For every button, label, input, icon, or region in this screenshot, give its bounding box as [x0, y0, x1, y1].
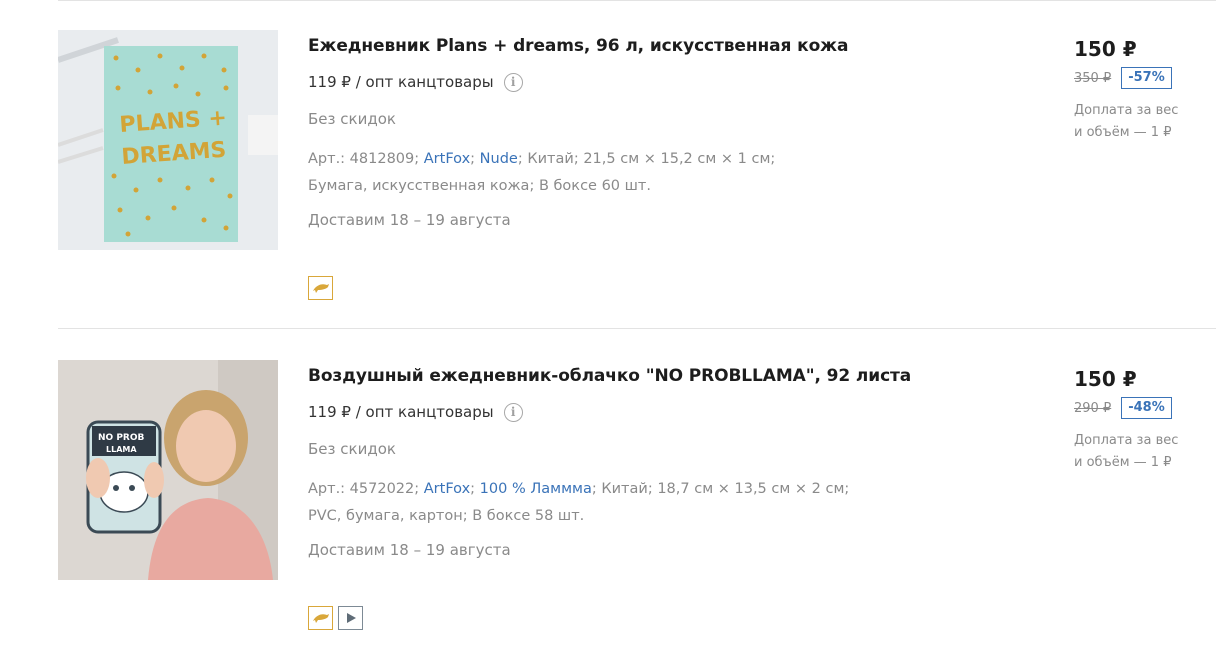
- wholesale-price: 119 ₽ / опт канцтовары i: [308, 402, 1028, 422]
- product-badges: [308, 276, 333, 300]
- article-number: Арт.: 4572022: [308, 481, 415, 497]
- dolphin-badge[interactable]: [308, 606, 333, 630]
- dolphin-badge[interactable]: [308, 276, 333, 300]
- delivery-date: Доставим 18 – 19 августа: [308, 211, 511, 229]
- planner-cover-image: PLANS + DREAMS: [58, 30, 278, 250]
- old-price: 350 ₽: [1074, 70, 1112, 86]
- box-quantity: В боксе 58 шт.: [472, 508, 585, 524]
- product-card: NO PROB LLAMA Воздушный ежедневник-облач…: [0, 330, 1216, 645]
- price-block: 150 ₽ 350 ₽ -57% Доплата за вес и объём …: [1074, 36, 1204, 144]
- product-info: Ежедневник Plans + dreams, 96 л, искусст…: [308, 34, 1028, 230]
- planner-photo-image: NO PROB LLAMA: [58, 360, 278, 580]
- wholesale-price-label: 119 ₽ / опт канцтовары: [308, 73, 494, 91]
- series-link[interactable]: Nude: [480, 151, 518, 167]
- country: Китай: [601, 481, 648, 497]
- product-title[interactable]: Воздушный ежедневник-облачко "NO PROBLLA…: [308, 364, 1028, 388]
- product-info: Воздушный ежедневник-облачко "NO PROBLLA…: [308, 364, 1028, 560]
- product-specs: Арт.: 4812809; ArtFox; Nude; Китай; 21,5…: [308, 151, 776, 194]
- brand-link[interactable]: ArtFox: [424, 481, 470, 497]
- dolphin-icon: [312, 614, 329, 623]
- info-icon[interactable]: i: [503, 402, 523, 422]
- product-title[interactable]: Ежедневник Plans + dreams, 96 л, искусст…: [308, 34, 1028, 58]
- country: Китай: [527, 151, 574, 167]
- article-number: Арт.: 4812809: [308, 151, 415, 167]
- discount-badge: -57%: [1121, 67, 1172, 89]
- product-specs: Арт.: 4572022; ArtFox; 100 % Ламмма; Кит…: [308, 481, 850, 524]
- product-image[interactable]: PLANS + DREAMS: [58, 30, 278, 250]
- series-link[interactable]: 100 % Ламмма: [480, 481, 592, 497]
- product-card: PLANS + DREAMS Ежедневник Plans + dreams…: [0, 0, 1216, 329]
- dimensions: 21,5 см × 15,2 см × 1 см: [583, 151, 771, 167]
- play-icon: [346, 613, 356, 623]
- no-discount-label: Без скидок: [308, 110, 396, 128]
- discount-badge: -48%: [1121, 397, 1172, 419]
- product-divider: [58, 328, 1216, 329]
- material: PVC, бумага, картон: [308, 508, 463, 524]
- svg-text:NO PROB: NO PROB: [98, 433, 144, 443]
- current-price: 150 ₽: [1074, 37, 1137, 61]
- video-badge[interactable]: [338, 606, 363, 630]
- delivery-date: Доставим 18 – 19 августа: [308, 541, 511, 559]
- price-block: 150 ₽ 290 ₽ -48% Доплата за вес и объём …: [1074, 366, 1204, 474]
- box-quantity: В боксе 60 шт.: [538, 178, 651, 194]
- info-icon[interactable]: i: [503, 72, 523, 92]
- brand-link[interactable]: ArtFox: [424, 151, 470, 167]
- svg-text:LLAMA: LLAMA: [106, 445, 137, 454]
- old-price: 290 ₽: [1074, 400, 1112, 416]
- no-discount-label: Без скидок: [308, 440, 396, 458]
- dolphin-icon: [312, 284, 329, 293]
- surcharge-note: Доплата за вес и объём — 1 ₽: [1074, 433, 1179, 470]
- wholesale-price: 119 ₽ / опт канцтовары i: [308, 72, 1028, 92]
- dimensions: 18,7 см × 13,5 см × 2 см: [657, 481, 845, 497]
- product-badges: [308, 606, 363, 630]
- product-image[interactable]: NO PROB LLAMA: [58, 360, 278, 580]
- surcharge-note: Доплата за вес и объём — 1 ₽: [1074, 103, 1179, 140]
- material: Бумага, искусственная кожа: [308, 178, 530, 194]
- current-price: 150 ₽: [1074, 367, 1137, 391]
- wholesale-price-label: 119 ₽ / опт канцтовары: [308, 403, 494, 421]
